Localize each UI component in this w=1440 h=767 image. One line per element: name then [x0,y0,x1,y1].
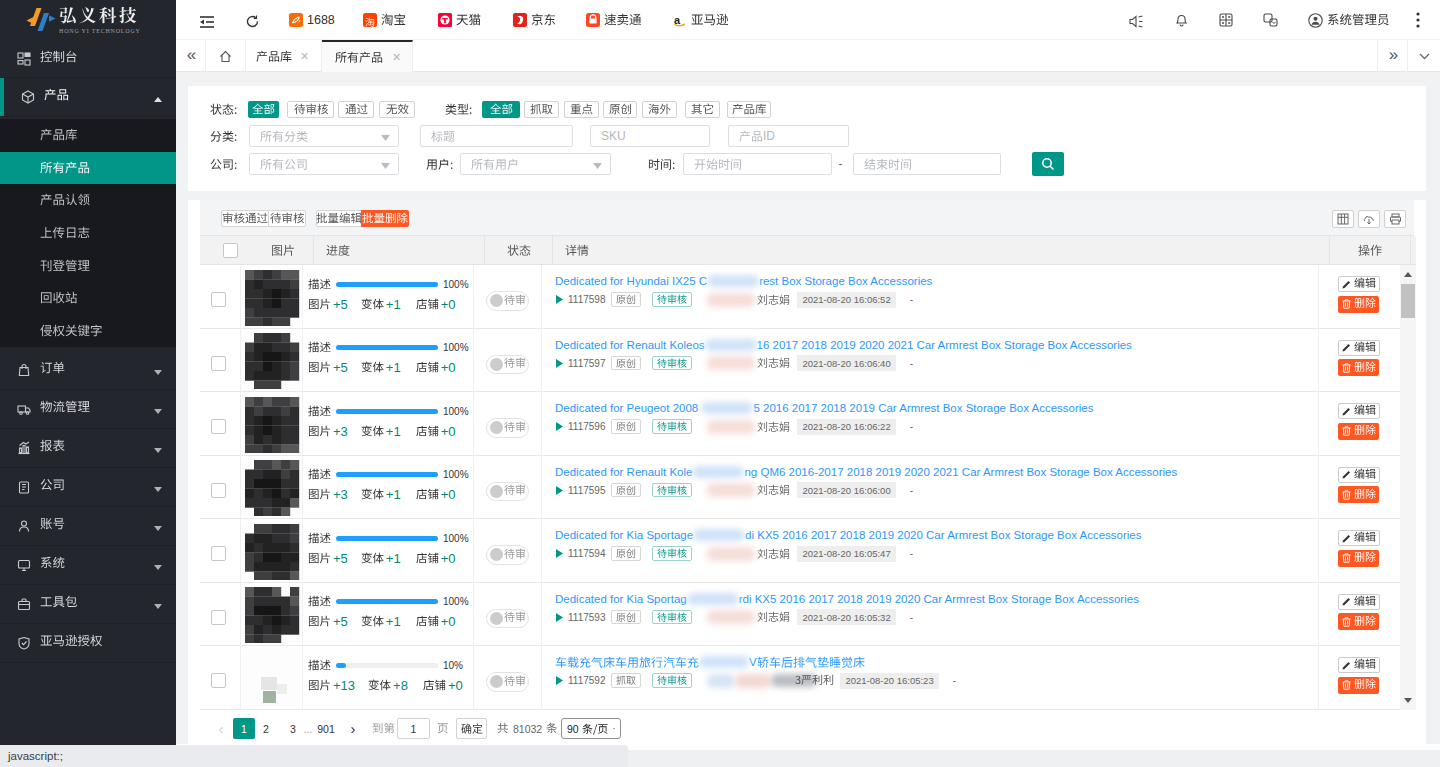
svg-text:a: a [674,13,681,25]
